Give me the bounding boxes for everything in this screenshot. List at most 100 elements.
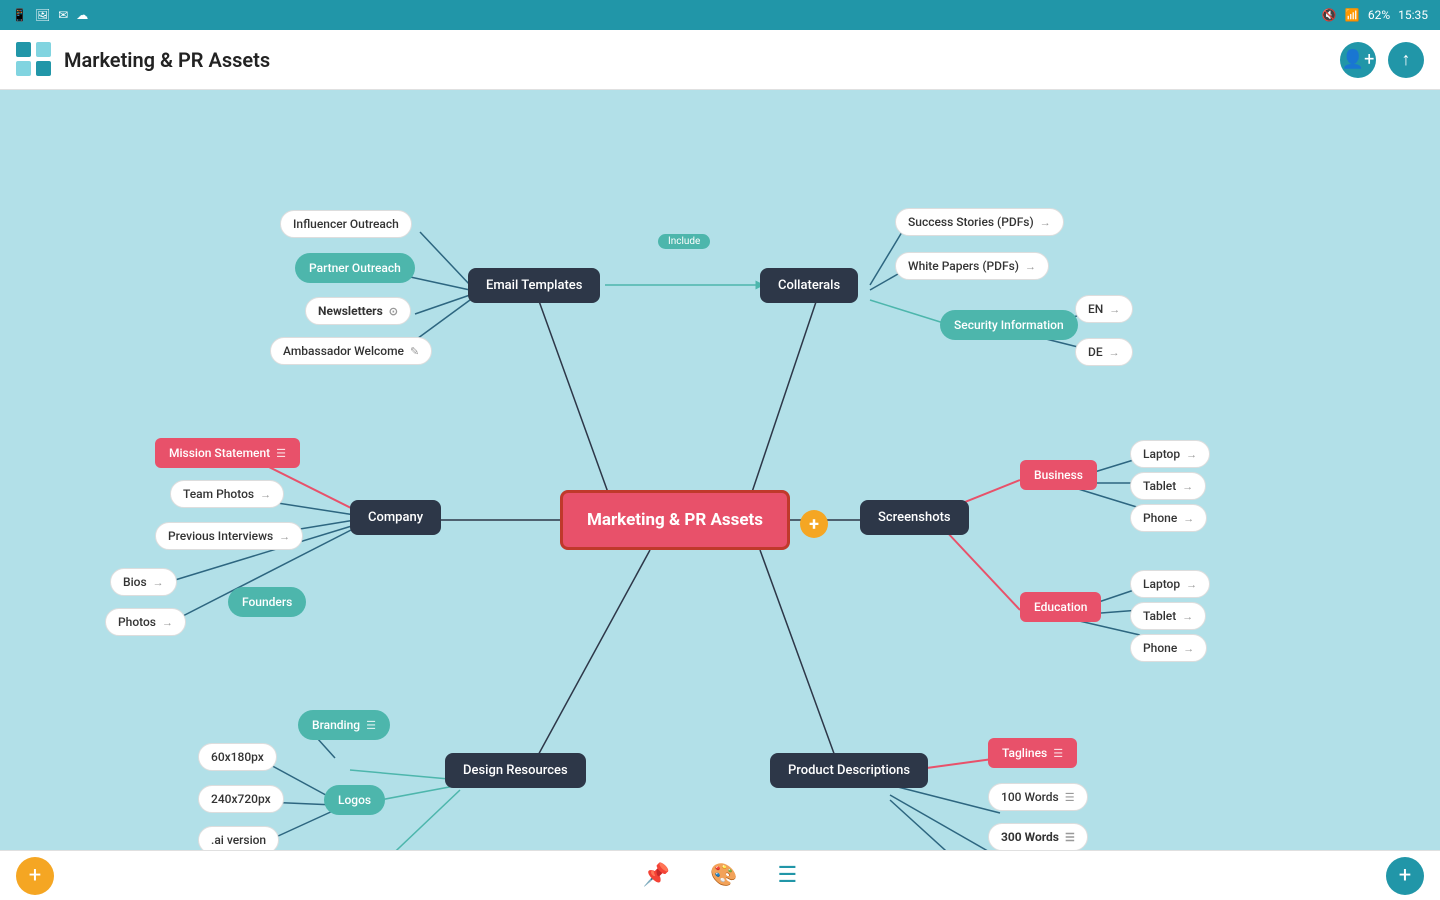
pin-icon[interactable]: 📌 bbox=[643, 863, 670, 888]
plus-icon: + bbox=[809, 514, 819, 535]
bottom-bar: + 📌 🎨 ☰ + bbox=[0, 850, 1440, 900]
mindmap-lines bbox=[0, 90, 1440, 850]
arrow-right-icon5: → bbox=[260, 488, 271, 501]
add-user-icon: 👤+ bbox=[1342, 49, 1375, 70]
phone-business-node[interactable]: Phone → bbox=[1130, 504, 1207, 532]
fab-add-button[interactable]: + bbox=[16, 857, 54, 895]
mute-icon: 🔇 bbox=[1322, 8, 1337, 22]
logo-sq-1 bbox=[16, 42, 31, 57]
upload-button[interactable]: ↑ bbox=[1388, 42, 1424, 78]
menu-icon6: ☰ bbox=[1065, 831, 1075, 844]
security-info-node[interactable]: Security Information bbox=[940, 310, 1078, 340]
design-resources-node[interactable]: Design Resources bbox=[445, 753, 586, 788]
fab-add-icon: + bbox=[1399, 863, 1411, 888]
influencer-outreach-node[interactable]: Influencer Outreach bbox=[280, 210, 412, 238]
arrow-right-icon12: → bbox=[1186, 578, 1197, 591]
email-templates-node[interactable]: Email Templates bbox=[468, 268, 600, 303]
logos-node[interactable]: Logos bbox=[324, 785, 385, 815]
circle-icon: ⊙ bbox=[389, 305, 398, 318]
fab-plus-icon: + bbox=[29, 863, 41, 888]
arrow-right-icon6: → bbox=[279, 530, 290, 543]
cloud-icon: ☁ bbox=[76, 8, 88, 22]
logo-sq-4 bbox=[36, 61, 51, 76]
center-node-label: Marketing & PR Assets bbox=[587, 510, 763, 530]
menu-icon: ☰ bbox=[276, 447, 286, 460]
wifi-icon: 📶 bbox=[1345, 8, 1360, 22]
three-hundred-words-node[interactable]: 300 Words ☰ bbox=[988, 823, 1088, 850]
app-bar-right: 👤+ ↑ bbox=[1340, 42, 1424, 78]
screenshots-label: Screenshots bbox=[878, 510, 951, 525]
branding-node[interactable]: Branding ☰ bbox=[298, 710, 390, 740]
arrow-right-icon13: → bbox=[1182, 610, 1193, 623]
newsletters-node[interactable]: Newsletters ⊙ bbox=[305, 297, 411, 325]
time-display: 15:35 bbox=[1398, 8, 1428, 22]
arrow-right-icon8: → bbox=[162, 616, 173, 629]
arrow-right-icon2: → bbox=[1025, 260, 1036, 273]
menu-icon2: ☰ bbox=[366, 719, 376, 732]
center-add-button[interactable]: + bbox=[800, 510, 828, 538]
email-icon: ✉ bbox=[58, 8, 68, 22]
tablet-business-node[interactable]: Tablet → bbox=[1130, 472, 1206, 500]
ai-version-node[interactable]: .ai version bbox=[198, 826, 279, 850]
hundred-words-node[interactable]: 100 Words ☰ bbox=[988, 783, 1088, 811]
previous-interviews-node[interactable]: Previous Interviews → bbox=[155, 522, 303, 550]
fab-right-button[interactable]: + bbox=[1386, 857, 1424, 895]
include-label: Include bbox=[658, 234, 710, 249]
color-icon[interactable]: 🎨 bbox=[710, 863, 737, 888]
status-bar: 📱 🖼 ✉ ☁ 🔇 📶 62% 15:35 bbox=[0, 0, 1440, 30]
laptop-business-node[interactable]: Laptop → bbox=[1130, 440, 1210, 468]
image-icon: 🖼 bbox=[35, 8, 50, 22]
laptop-education-node[interactable]: Laptop → bbox=[1130, 570, 1210, 598]
sixty-px-node[interactable]: 60x180px bbox=[198, 743, 277, 771]
two-forty-px-node[interactable]: 240x720px bbox=[198, 785, 284, 813]
upload-icon: ↑ bbox=[1402, 49, 1411, 70]
tablet-education-node[interactable]: Tablet → bbox=[1130, 602, 1206, 630]
center-node[interactable]: Marketing & PR Assets bbox=[560, 490, 790, 550]
app-bar: Marketing & PR Assets 👤+ ↑ bbox=[0, 30, 1440, 90]
bios-node[interactable]: Bios → bbox=[110, 568, 177, 596]
bottom-icons: 📌 🎨 ☰ bbox=[643, 863, 798, 888]
edit-icon: ✎ bbox=[410, 345, 419, 358]
education-node[interactable]: Education bbox=[1020, 592, 1101, 622]
arrow-right-icon11: → bbox=[1183, 512, 1194, 525]
de-node[interactable]: DE → bbox=[1075, 338, 1133, 366]
add-user-button[interactable]: 👤+ bbox=[1340, 42, 1376, 78]
arrow-right-icon9: → bbox=[1186, 448, 1197, 461]
menu-icon5: ☰ bbox=[1065, 791, 1075, 804]
en-node[interactable]: EN → bbox=[1075, 295, 1133, 323]
arrow-right-icon10: → bbox=[1182, 480, 1193, 493]
logo-sq-3 bbox=[16, 61, 31, 76]
business-node[interactable]: Business bbox=[1020, 460, 1097, 490]
mindmap-canvas: Include Marketing & PR Assets + Email Te… bbox=[0, 90, 1440, 850]
arrow-right-icon3: → bbox=[1109, 303, 1120, 316]
app-logo bbox=[16, 42, 52, 78]
product-descriptions-node[interactable]: Product Descriptions bbox=[770, 753, 928, 788]
white-papers-node[interactable]: White Papers (PDFs) → bbox=[895, 252, 1049, 280]
phone-icon: 📱 bbox=[12, 8, 27, 22]
email-templates-label: Email Templates bbox=[486, 278, 582, 293]
ambassador-welcome-node[interactable]: Ambassador Welcome ✎ bbox=[270, 337, 432, 365]
app-title: Marketing & PR Assets bbox=[64, 48, 270, 72]
arrow-right-icon: → bbox=[1040, 216, 1051, 229]
collaterals-node[interactable]: Collaterals bbox=[760, 268, 858, 303]
partner-outreach-node[interactable]: Partner Outreach bbox=[295, 253, 415, 283]
founders-node[interactable]: Founders bbox=[228, 587, 306, 617]
app-bar-left: Marketing & PR Assets bbox=[16, 42, 270, 78]
status-right: 🔇 📶 62% 15:35 bbox=[1322, 8, 1428, 22]
status-left-icons: 📱 🖼 ✉ ☁ bbox=[12, 8, 88, 22]
screenshots-node[interactable]: Screenshots bbox=[860, 500, 969, 535]
arrow-right-icon14: → bbox=[1183, 642, 1194, 655]
phone-education-node[interactable]: Phone → bbox=[1130, 634, 1207, 662]
menu-icon4: ☰ bbox=[1053, 747, 1063, 760]
menu-icon-bottom[interactable]: ☰ bbox=[778, 863, 798, 888]
team-photos-node[interactable]: Team Photos → bbox=[170, 480, 284, 508]
arrow-right-icon4: → bbox=[1109, 346, 1120, 359]
photos-node[interactable]: Photos → bbox=[105, 608, 186, 636]
success-stories-node[interactable]: Success Stories (PDFs) → bbox=[895, 208, 1064, 236]
design-resources-label: Design Resources bbox=[463, 763, 568, 778]
collaterals-label: Collaterals bbox=[778, 278, 840, 293]
battery-text: 62% bbox=[1368, 8, 1390, 22]
company-node[interactable]: Company bbox=[350, 500, 441, 535]
taglines-node[interactable]: Taglines ☰ bbox=[988, 738, 1077, 768]
mission-statement-node[interactable]: Mission Statement ☰ bbox=[155, 438, 300, 468]
